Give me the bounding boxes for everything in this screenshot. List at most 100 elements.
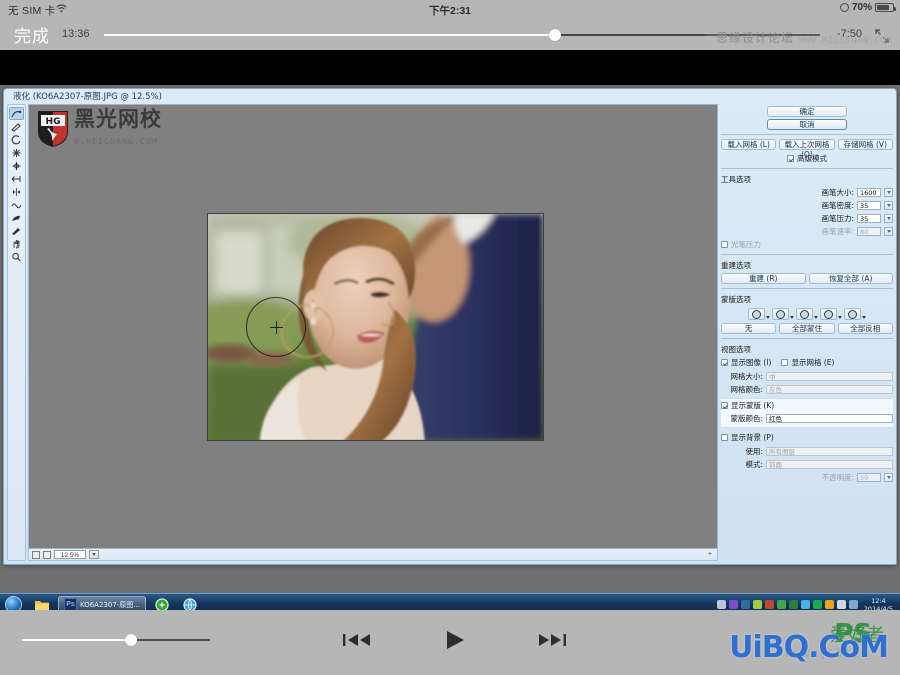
mask-none-button[interactable]: 无 bbox=[721, 323, 777, 334]
backdrop-mode-select[interactable]: 前面 bbox=[766, 460, 893, 469]
tray-icon-app-6[interactable] bbox=[788, 600, 798, 609]
push-left-tool-button[interactable] bbox=[9, 172, 24, 185]
mirror-tool-button[interactable] bbox=[9, 185, 24, 198]
mask-color-select[interactable]: 红色 bbox=[766, 414, 893, 423]
checkbox-box-icon bbox=[781, 359, 789, 366]
tray-icon-network[interactable] bbox=[848, 600, 858, 609]
canvas-status-bar: 12.5% + bbox=[28, 549, 718, 561]
volume-handle[interactable] bbox=[125, 634, 138, 646]
tray-icon-app-5[interactable] bbox=[776, 600, 786, 609]
play-button[interactable] bbox=[438, 627, 472, 653]
show-backdrop-checkbox[interactable]: 显示背景 (P) bbox=[721, 432, 893, 443]
watermark-site-text: UiBQ.CoM bbox=[729, 630, 889, 665]
next-button[interactable] bbox=[536, 627, 570, 653]
tray-icon-volume[interactable] bbox=[836, 600, 846, 609]
freeze-mask-tool-button[interactable] bbox=[9, 211, 24, 224]
mesh-size-select[interactable]: 中 bbox=[766, 372, 893, 381]
thaw-mask-tool-button[interactable] bbox=[9, 224, 24, 237]
brush-pressure-input[interactable]: 35 bbox=[857, 214, 881, 223]
mask-replace-button[interactable] bbox=[748, 308, 770, 320]
backdrop-use-row: 使用: 所有图层 bbox=[721, 446, 893, 457]
brush-size-input[interactable]: 1600 bbox=[857, 188, 881, 197]
mask-subtract-button[interactable] bbox=[796, 308, 818, 320]
save-mesh-button[interactable]: 存储网格 (V) bbox=[837, 139, 893, 150]
backdrop-use-select[interactable]: 所有图层 bbox=[766, 447, 893, 456]
zoom-tool-button[interactable] bbox=[9, 250, 24, 263]
volume-slider[interactable] bbox=[22, 634, 210, 646]
shield-logo-icon: HG bbox=[38, 111, 68, 147]
stylus-pressure-checkbox[interactable]: 光笔压力 bbox=[721, 239, 893, 250]
show-mesh-label: 显示网格 (E) bbox=[791, 358, 835, 367]
tray-icon-show-desktop[interactable] bbox=[716, 600, 726, 609]
forward-warp-tool-button[interactable] bbox=[9, 107, 24, 120]
turbulence-tool-button[interactable] bbox=[9, 198, 24, 211]
mask-invert-all-button[interactable]: 全部反相 bbox=[837, 323, 893, 334]
twirl-clockwise-tool-button[interactable] bbox=[9, 133, 24, 146]
turbulence-icon bbox=[11, 203, 22, 208]
hand-icon bbox=[13, 239, 20, 248]
restore-all-button[interactable]: 恢复全部 (A) bbox=[808, 273, 893, 284]
tray-icon-app-4[interactable] bbox=[764, 600, 774, 609]
brush-pressure-stepper[interactable] bbox=[884, 214, 893, 223]
statusbar-icon-b bbox=[43, 550, 51, 559]
reconstruct-tool-button[interactable] bbox=[9, 120, 24, 133]
previous-button[interactable] bbox=[340, 627, 374, 653]
ios-clock: 下午2:31 bbox=[428, 5, 471, 17]
tray-icon-app-2[interactable] bbox=[740, 600, 750, 609]
load-mesh-button[interactable]: 载入网格 (L) bbox=[721, 139, 777, 150]
tool-options-title: 工具选项 bbox=[721, 175, 751, 184]
seek-handle[interactable] bbox=[549, 29, 562, 41]
bottom-watermark: PS 爱好者 www.(sa)z UiBQ.CoM bbox=[594, 619, 894, 671]
load-last-mesh-button[interactable]: 载入上次网格 (O) bbox=[779, 139, 835, 159]
checkbox-box-icon bbox=[721, 359, 728, 366]
video-frame[interactable]: 液化 (KO6A2307-原图.JPG @ 12.5%) HG 黑光网校 V.H… bbox=[0, 50, 900, 615]
forward-warp-icon bbox=[11, 110, 22, 117]
tray-icon-app-1[interactable] bbox=[728, 600, 738, 609]
tray-icon-security[interactable] bbox=[812, 600, 822, 609]
hand-tool-button[interactable] bbox=[9, 237, 24, 250]
liquify-toolbar[interactable] bbox=[7, 104, 26, 561]
mesh-color-select[interactable]: 灰色 bbox=[766, 385, 893, 394]
mask-all-button[interactable]: 全部蒙住 bbox=[779, 323, 835, 334]
brush-size-stepper[interactable] bbox=[884, 188, 893, 197]
bloat-tool-button[interactable] bbox=[9, 159, 24, 172]
watermark-forum-url: WWW.MISSYUAN.COM bbox=[798, 36, 892, 46]
zoom-level-field[interactable]: 12.5% bbox=[54, 550, 86, 559]
tray-icon-app-3[interactable] bbox=[752, 600, 762, 609]
checkbox-box-icon bbox=[721, 402, 728, 409]
show-image-label: 显示图像 (I) bbox=[731, 358, 772, 367]
show-mask-checkbox[interactable]: 显示蒙版 (K) bbox=[721, 400, 893, 411]
image-canvas[interactable]: HG 黑光网校 V.HEIGUANG.COM bbox=[28, 104, 718, 549]
advanced-mode-checkbox[interactable]: 高级模式 bbox=[721, 153, 893, 164]
mask-intersect-icon bbox=[820, 308, 837, 320]
top-watermark: 思缘设计论坛 WWW.MISSYUAN.COM bbox=[716, 29, 892, 46]
mask-add-button[interactable] bbox=[772, 308, 794, 320]
pucker-icon bbox=[12, 148, 21, 157]
mesh-size-label: 网格大小: bbox=[730, 372, 763, 381]
view-options-title: 视图选项 bbox=[721, 345, 751, 354]
brush-density-stepper[interactable] bbox=[884, 201, 893, 210]
ok-button[interactable]: 确定 bbox=[767, 106, 847, 117]
brush-density-input[interactable]: 35 bbox=[857, 201, 881, 210]
seek-slider[interactable] bbox=[104, 29, 820, 41]
skip-forward-icon bbox=[539, 634, 566, 646]
photo-preview[interactable] bbox=[207, 213, 544, 441]
tray-icon-app-8[interactable] bbox=[824, 600, 834, 609]
brush-size-label: 画笔大小: bbox=[821, 188, 854, 197]
reconstruct-button[interactable]: 重建 (R) bbox=[721, 273, 806, 284]
zoom-dropdown-button[interactable] bbox=[89, 550, 99, 559]
cancel-button[interactable]: 取消 bbox=[767, 119, 847, 130]
show-image-checkbox[interactable]: 显示图像 (I) bbox=[721, 357, 771, 368]
brush-rate-field-row: 画笔速率: 80 bbox=[721, 226, 893, 237]
mask-invert-button[interactable] bbox=[844, 308, 866, 320]
show-mesh-checkbox[interactable]: 显示网格 (E) bbox=[781, 357, 834, 368]
done-button[interactable]: 完成 bbox=[14, 22, 50, 47]
show-backdrop-label: 显示背景 (P) bbox=[731, 433, 774, 442]
reconstruct-icon bbox=[11, 122, 21, 132]
mask-intersect-button[interactable] bbox=[820, 308, 842, 320]
backdrop-opacity-input: 50 bbox=[857, 473, 881, 482]
pucker-tool-button[interactable] bbox=[9, 146, 24, 159]
brush-density-field-row: 画笔密度: 35 bbox=[721, 200, 893, 211]
tray-icon-app-7[interactable] bbox=[800, 600, 810, 609]
brush-rate-input: 80 bbox=[857, 227, 881, 236]
